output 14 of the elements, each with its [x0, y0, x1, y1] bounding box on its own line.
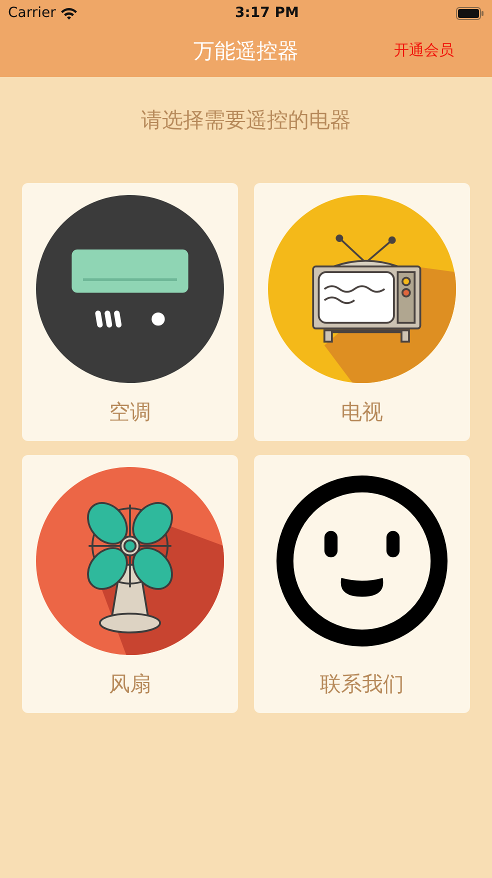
screen-title: 万能遥控器	[194, 38, 298, 65]
device-card[interactable]: 空调	[22, 182, 238, 440]
wifi-icon	[60, 6, 78, 20]
device-card[interactable]: 风扇	[22, 454, 238, 712]
instruction-text: 请选择需要遥控的电器	[141, 107, 351, 134]
battery-icon	[456, 6, 484, 20]
clock-time: 3:17 PM	[235, 4, 299, 22]
carrier-text: Carrier	[8, 4, 56, 22]
tv-icon	[268, 194, 456, 382]
air-conditioner-icon	[36, 194, 224, 382]
fan-icon	[36, 466, 224, 654]
membership-link[interactable]: 开通会员	[394, 39, 454, 62]
device-card[interactable]: 电视	[254, 182, 470, 440]
device-card[interactable]: 联系我们	[254, 454, 470, 712]
